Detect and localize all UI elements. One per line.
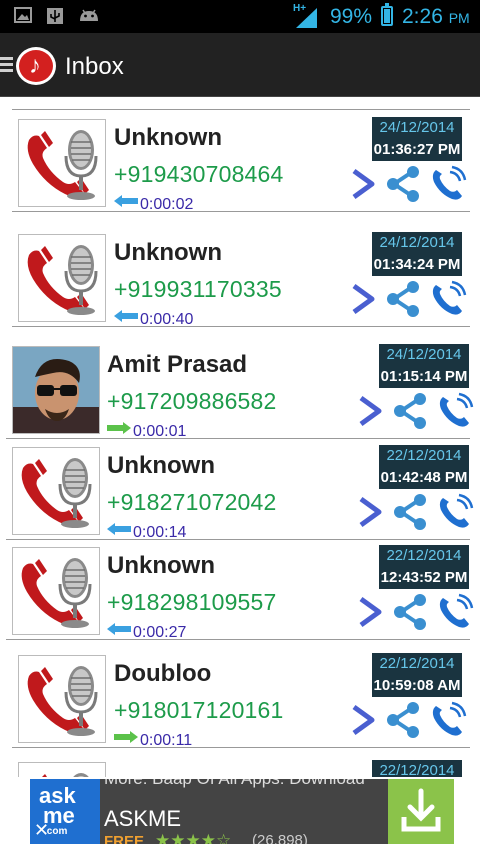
caller-number: +918271072042: [107, 489, 277, 515]
app-logo-icon[interactable]: [16, 47, 56, 85]
call-date: 24/12/2014: [386, 346, 462, 363]
row-actions: [344, 279, 474, 323]
phone-mic-icon: [18, 655, 106, 743]
call-back-icon[interactable]: [428, 164, 468, 204]
call-timestamp: 22/12/2014 12:43:52 PM: [379, 545, 469, 589]
call-date: 22/12/2014: [386, 447, 462, 464]
row-actions: [344, 700, 474, 744]
call-log-row[interactable]: Unknown +918271072042 0:00:14 22/12/2014…: [6, 440, 474, 541]
call-timestamp: 24/12/2014 01:34:24 PM: [372, 232, 462, 276]
clock: 2:26 PM: [402, 5, 470, 28]
caller-number: +919430708464: [114, 161, 284, 187]
share-icon[interactable]: [391, 391, 431, 431]
drawer-menu-icon[interactable]: [0, 57, 13, 73]
download-icon[interactable]: [388, 779, 454, 844]
call-log-row[interactable]: Unknown +919931170335 0:00:40 24/12/2014…: [12, 227, 470, 328]
share-icon[interactable]: [384, 164, 424, 204]
image-icon: [14, 7, 32, 27]
share-icon[interactable]: [391, 592, 431, 632]
row-actions: [351, 492, 480, 536]
share-icon[interactable]: [384, 279, 424, 319]
list-divider: [12, 109, 470, 110]
status-bar: H+ 99% 2:26 PM: [0, 0, 480, 33]
call-time: 01:34:24 PM: [373, 256, 461, 273]
call-date: 24/12/2014: [379, 234, 455, 251]
call-time: 01:36:27 PM: [373, 141, 461, 158]
call-timestamp: 24/12/2014 01:15:14 PM: [379, 344, 469, 388]
call-back-icon[interactable]: [435, 492, 475, 532]
phone-mic-icon: [18, 234, 106, 322]
call-log-row[interactable]: Amit Prasad +917209886582 0:00:01 24/12/…: [6, 339, 474, 440]
play-chevron-icon[interactable]: [351, 391, 391, 431]
call-timestamp: 22/12/2014 10:59:08 AM: [372, 653, 462, 697]
ad-price: FREE: [104, 833, 145, 844]
ad-rating-stars: ★★★★☆: [155, 831, 232, 844]
page-title: Inbox: [65, 53, 124, 80]
caller-number: +919931170335: [114, 276, 282, 302]
phone-mic-icon: [12, 547, 100, 635]
call-log-row[interactable]: Unknown +918298109557 0:00:27 22/12/2014…: [6, 540, 474, 641]
ad-close-icon[interactable]: ✕: [34, 820, 49, 841]
battery-icon: [381, 3, 393, 26]
call-log-row[interactable]: Unknown +919430708464 0:00:02 24/12/2014…: [12, 112, 470, 213]
signal-icon: [296, 8, 318, 33]
call-list[interactable]: Unknown +919430708464 0:00:02 24/12/2014…: [0, 97, 480, 777]
caller-name: Unknown: [114, 239, 222, 266]
play-chevron-icon[interactable]: [344, 279, 384, 319]
ad-rating-count: (26,898): [252, 832, 308, 844]
call-time: 10:59:08 AM: [373, 677, 461, 694]
call-back-icon[interactable]: [428, 279, 468, 319]
caller-name: Unknown: [114, 124, 222, 151]
call-date: 22/12/2014: [379, 762, 455, 777]
usb-icon: [46, 7, 64, 29]
row-actions: [351, 592, 480, 636]
phone-mic-icon: [18, 119, 106, 207]
call-time: 01:15:14 PM: [380, 368, 468, 385]
battery-percent: 99%: [330, 5, 373, 28]
contact-avatar: [12, 346, 100, 434]
play-chevron-icon[interactable]: [344, 700, 384, 740]
call-log-row[interactable]: 22/12/2014: [12, 755, 470, 777]
caller-number: +918017120161: [114, 697, 284, 723]
call-time: 12:43:52 PM: [380, 569, 468, 586]
row-divider: [12, 747, 470, 748]
ad-app-name: ASKME: [104, 806, 182, 831]
share-icon[interactable]: [384, 700, 424, 740]
call-log-row[interactable]: Doubloo +918017120161 0:00:11 22/12/2014…: [12, 648, 470, 749]
ad-banner[interactable]: ask me .com ✕ More: Baap Of All Apps: Do…: [30, 779, 454, 844]
call-date: 22/12/2014: [386, 547, 462, 564]
row-actions: [344, 164, 474, 208]
row-divider: [6, 438, 470, 439]
call-back-icon[interactable]: [435, 391, 475, 431]
call-date: 22/12/2014: [379, 655, 455, 672]
android-icon: [78, 7, 100, 27]
row-actions: [351, 391, 480, 435]
share-icon[interactable]: [391, 492, 431, 532]
row-divider: [6, 639, 470, 640]
caller-number: +918298109557: [107, 589, 277, 615]
caller-name: Unknown: [107, 552, 215, 579]
call-timestamp: 24/12/2014 01:36:27 PM: [372, 117, 462, 161]
phone-mic-icon: [18, 762, 106, 777]
call-timestamp: 22/12/2014 01:42:48 PM: [379, 445, 469, 489]
call-back-icon[interactable]: [435, 592, 475, 632]
row-divider: [12, 211, 470, 212]
ad-tagline: More: Baap Of All Apps: Download: [104, 779, 365, 789]
play-chevron-icon[interactable]: [351, 492, 391, 532]
caller-name: Amit Prasad: [107, 351, 248, 378]
call-timestamp: 22/12/2014: [372, 760, 462, 777]
call-back-icon[interactable]: [428, 700, 468, 740]
call-date: 24/12/2014: [379, 119, 455, 136]
action-bar: Inbox: [0, 33, 480, 97]
phone-mic-icon: [12, 447, 100, 535]
caller-name: Doubloo: [114, 660, 212, 687]
call-time: 01:42:48 PM: [380, 469, 468, 486]
row-divider: [12, 326, 470, 327]
caller-name: Unknown: [107, 452, 215, 479]
play-chevron-icon[interactable]: [344, 164, 384, 204]
caller-number: +917209886582: [107, 388, 277, 414]
play-chevron-icon[interactable]: [351, 592, 391, 632]
